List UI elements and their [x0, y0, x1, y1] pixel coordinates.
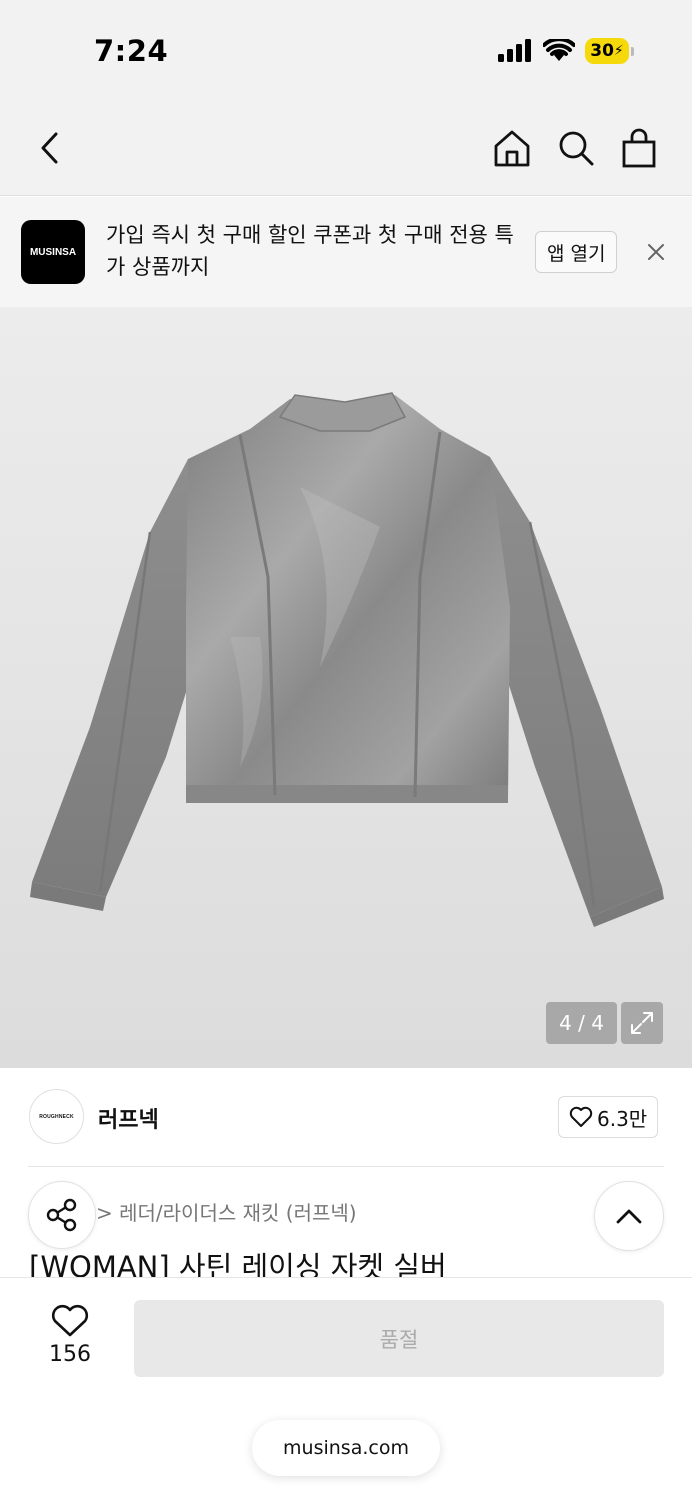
back-button[interactable] [28, 126, 72, 170]
home-button[interactable] [490, 126, 534, 170]
cart-icon [622, 128, 656, 168]
product-image [30, 392, 664, 927]
chevron-up-icon [616, 1209, 642, 1224]
soldout-button[interactable]: 품절 [134, 1300, 664, 1377]
heart-icon [51, 1304, 89, 1337]
search-icon [559, 131, 594, 166]
brand-logo[interactable]: ROUGHNECK [29, 1089, 84, 1144]
share-button[interactable] [28, 1181, 96, 1249]
back-icon [41, 132, 58, 164]
search-button[interactable] [554, 126, 598, 170]
divider [28, 1166, 664, 1167]
expand-image-button[interactable] [621, 1002, 663, 1044]
status-time: 7:24 [94, 34, 169, 68]
brand-name[interactable]: 러프넥 [98, 1102, 159, 1134]
musinsa-logo: MUSINSA [21, 220, 85, 284]
bottom-bar: 156 품절 musinsa.com [0, 1277, 692, 1500]
product-image-gallery[interactable]: 4 / 4 [0, 307, 692, 1068]
brand-row[interactable]: ROUGHNECK 러프넥 6.3만 [0, 1068, 692, 1166]
browser-url-pill[interactable]: musinsa.com [252, 1420, 440, 1476]
battery-nub [631, 46, 634, 56]
scroll-top-button[interactable] [594, 1181, 664, 1251]
home-icon [494, 130, 530, 167]
status-icons: 30 ⚡ [497, 38, 634, 64]
cart-button[interactable] [617, 126, 661, 170]
share-icon [46, 1198, 77, 1232]
heart-icon [569, 1106, 593, 1127]
wifi-icon [543, 39, 575, 61]
banner-message: 가입 즉시 첫 구매 할인 쿠폰과 첫 구매 전용 특가 상품까지 [106, 223, 514, 279]
expand-icon [631, 1012, 653, 1034]
image-counter: 4 / 4 [546, 1002, 617, 1044]
brand-like-count: 6.3만 [597, 1106, 648, 1131]
open-app-button[interactable]: 앱 열기 [535, 231, 618, 273]
battery-level: 30 [590, 41, 614, 61]
nav-header [0, 100, 692, 196]
status-bar: 7:24 30 ⚡ [0, 0, 692, 100]
wishlist-count: 156 [49, 1342, 91, 1367]
battery-icon: 30 ⚡ [585, 38, 629, 64]
category-breadcrumb[interactable]: > 레더/라이더스 재킷 (러프넥) [96, 1197, 357, 1226]
close-icon [648, 244, 664, 260]
wishlist-button[interactable]: 156 [40, 1304, 100, 1367]
signal-icon [498, 39, 531, 62]
app-banner: MUSINSA 가입 즉시 첫 구매 할인 쿠폰과 첫 구매 전용 특가 상품까… [0, 197, 692, 307]
brand-like-button[interactable]: 6.3만 [558, 1096, 659, 1138]
banner-close-button[interactable] [645, 241, 667, 263]
